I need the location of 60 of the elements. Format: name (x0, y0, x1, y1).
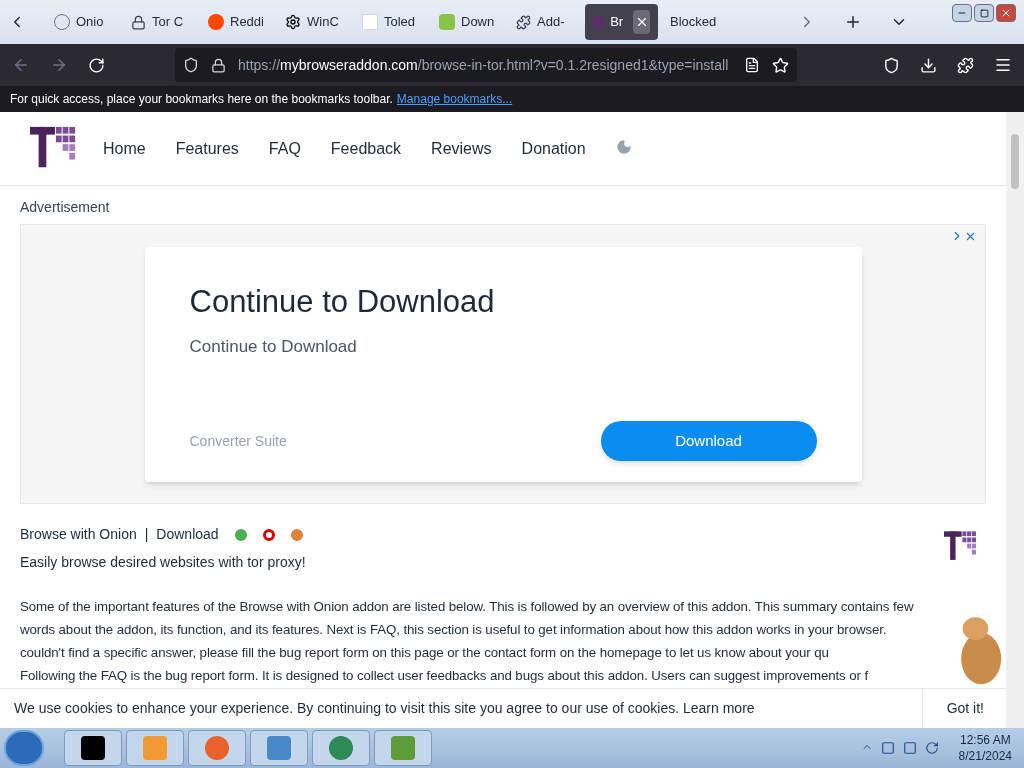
manage-bookmarks-link[interactable]: Manage bookmarks... (396, 90, 513, 108)
bookmarks-hint: For quick access, place your bookmarks here on the bookmarks toolbar. (10, 91, 393, 108)
reader-view-icon[interactable] (744, 57, 760, 73)
tray-icons[interactable] (860, 741, 939, 755)
addon-tagline: Easily browse desired websites with tor proxy! (20, 553, 306, 572)
browser-tab[interactable]: Blocked (662, 4, 725, 40)
new-tab-icon[interactable] (844, 13, 862, 31)
nav-link[interactable]: Feedback (330, 136, 402, 161)
paragraph-line: words about the addon, its function, and its features. Next is FAQ, this section is useful to get information about how this addon works in your browser. (20, 621, 888, 639)
close-window-button[interactable] (996, 4, 1016, 22)
browser-tab[interactable]: Br (585, 4, 658, 40)
nav-link[interactable]: Home (103, 136, 146, 161)
close-icon (1000, 7, 1012, 19)
advertisement-label: Advertisement (20, 198, 111, 217)
nav-link[interactable]: Features (175, 136, 239, 161)
lock-icon (131, 14, 146, 30)
back-icon[interactable] (12, 56, 30, 74)
download-icon[interactable] (920, 56, 937, 74)
download-link[interactable]: Download (156, 524, 219, 545)
lock-icon (211, 57, 226, 73)
browser-tab[interactable]: Reddi (200, 4, 273, 40)
maximize-icon (979, 8, 989, 18)
browser-tab[interactable]: Toled (354, 4, 427, 40)
url-text: https://mybrowseraddon.com/browse-in-tor.html?v=0.1.2resigned1&type=install (238, 55, 729, 75)
shield-icon (183, 57, 199, 73)
ad-title: Continue to Download (189, 283, 496, 321)
address-bar[interactable]: https://mybrowseraddon.com/browse-in-tor.html?v=0.1.2resigned1&type=install (175, 48, 797, 82)
browser-tab[interactable]: WinC (277, 4, 350, 40)
browser-tab[interactable]: Tor C (123, 4, 196, 40)
paragraph-line: Following the FAQ is the bug report form. It is designed to collect user feedbacks and bugs about this addon. Users can suggest improvements or f (20, 667, 870, 685)
cookie-notice: We use cookies to enhance your experience. By continuing to visit this site you agree to our use of cookies. Learn more (14, 699, 755, 718)
extensions-icon[interactable] (957, 56, 974, 74)
ad-subtitle: Continue to Download (189, 335, 358, 358)
ad-sponsor: Converter Suite (189, 431, 287, 451)
paragraph-line: couldn't find a specific answer, please fill the bug report form on this page or the contact form on the homepage to let us know about your qu (20, 644, 830, 662)
maximize-button[interactable] (974, 4, 994, 22)
learn-more-link[interactable]: Learn more (683, 700, 755, 716)
addon-name: Browse with Onion (20, 525, 137, 544)
browser-tab[interactable]: Add- (508, 4, 581, 40)
minimize-button[interactable] (952, 4, 972, 22)
separator: | (144, 525, 149, 544)
taskbar-app-button[interactable] (64, 730, 122, 766)
nav-link[interactable]: Reviews (431, 136, 492, 161)
nav-link[interactable]: FAQ (268, 136, 301, 161)
clock-date: 8/21/2024 (958, 748, 1012, 764)
start-button[interactable] (4, 730, 44, 766)
nav-link[interactable]: Donation (521, 136, 586, 161)
puzzle-icon (516, 14, 531, 30)
browser-tab[interactable]: Down (431, 4, 504, 40)
close-tab-button[interactable] (633, 10, 650, 34)
clock-time: 12:56 AM (959, 732, 1011, 748)
menu-icon[interactable] (994, 56, 1012, 74)
bookmark-star-icon[interactable] (772, 56, 789, 74)
scrollbar[interactable] (1006, 112, 1024, 728)
gear-icon (285, 14, 301, 30)
moon-icon[interactable] (615, 138, 632, 155)
browser-tab[interactable]: Onio (46, 4, 119, 40)
paragraph-line: Some of the important features of the Browse with Onion addon are listed below. This is followed by an overview of this addon. This summary contains few (20, 598, 915, 616)
reload-icon[interactable] (88, 56, 105, 74)
forward-icon[interactable] (50, 56, 68, 74)
